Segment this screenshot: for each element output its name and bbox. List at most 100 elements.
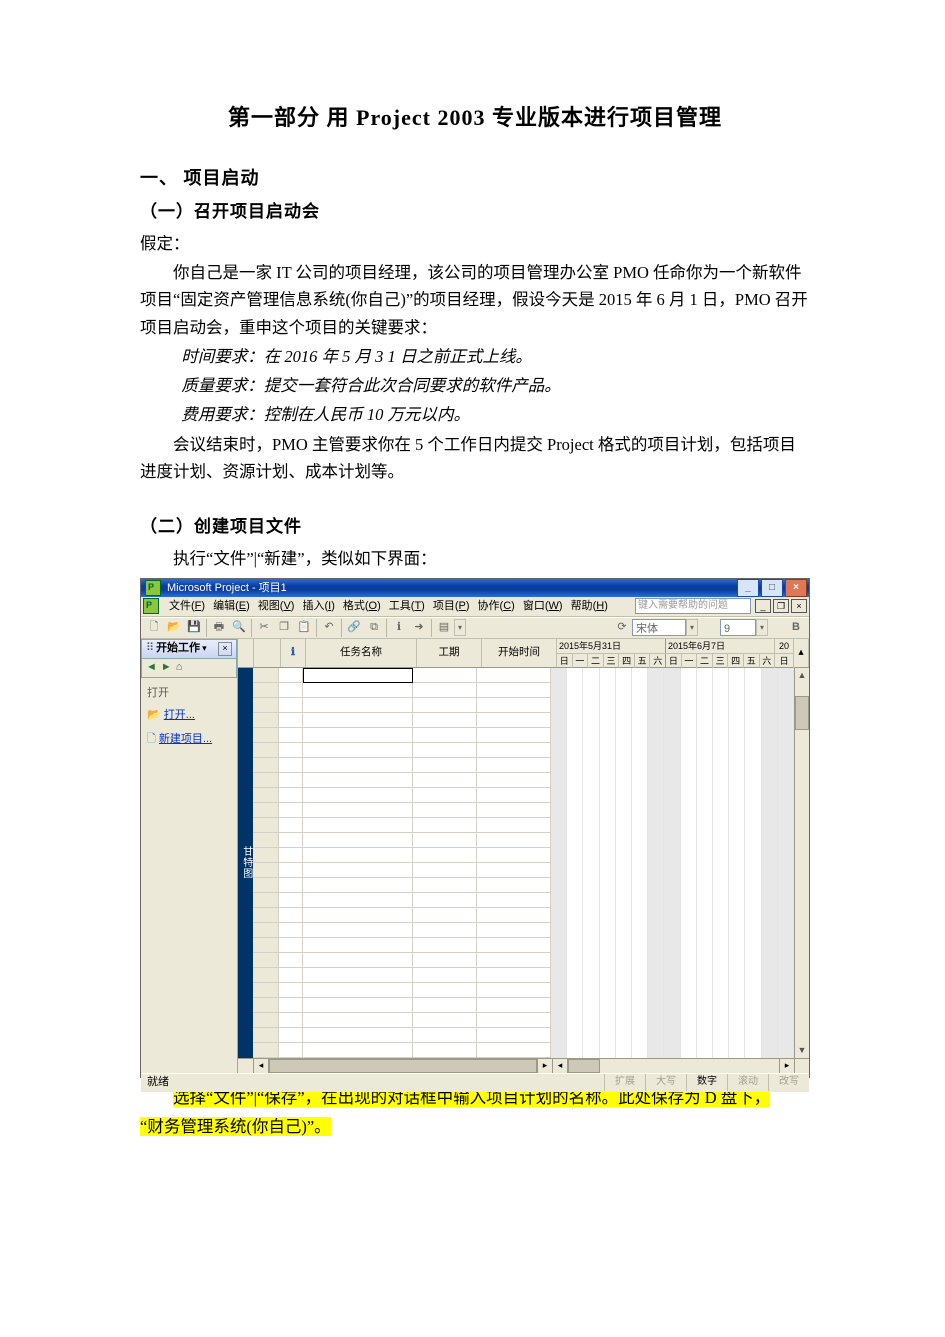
grid-cell[interactable] — [413, 893, 477, 908]
grid-cell[interactable] — [303, 878, 413, 893]
grid-cell[interactable] — [303, 953, 413, 968]
grid-cell[interactable] — [477, 728, 551, 743]
grid-cell[interactable] — [279, 833, 303, 848]
grid-cell[interactable] — [303, 998, 413, 1013]
grid-cell[interactable] — [303, 833, 413, 848]
grid-cell[interactable] — [303, 1013, 413, 1028]
grid-cell[interactable] — [279, 953, 303, 968]
minimize-button[interactable]: _ — [737, 579, 759, 597]
grid-cell[interactable] — [477, 998, 551, 1013]
menu-help[interactable]: 帮助(H) — [567, 597, 612, 615]
unlink-icon[interactable]: ⧉ — [364, 618, 384, 638]
menu-collab[interactable]: 协作(C) — [474, 597, 519, 615]
grid-cell[interactable] — [303, 698, 413, 713]
goto-icon[interactable]: ➜ — [409, 618, 429, 638]
grid-cell[interactable] — [477, 878, 551, 893]
row-header-cell[interactable] — [253, 788, 279, 803]
grid-cell[interactable] — [413, 683, 477, 698]
font-name-box[interactable]: 宋体 — [632, 619, 686, 636]
row-header-cell[interactable] — [253, 863, 279, 878]
row-header-cell[interactable] — [253, 698, 279, 713]
grid-cell[interactable] — [413, 758, 477, 773]
row-header-cell[interactable] — [253, 848, 279, 863]
grid-cell[interactable] — [303, 863, 413, 878]
grid-cell[interactable] — [279, 788, 303, 803]
grid-cell[interactable] — [279, 1013, 303, 1028]
row-header-cell[interactable] — [253, 758, 279, 773]
doc-restore-button[interactable]: ❐ — [773, 599, 789, 613]
grid-cell[interactable] — [303, 893, 413, 908]
group-dropdown-icon[interactable]: ▾ — [454, 619, 466, 636]
cut-icon[interactable]: ✂ — [254, 618, 274, 638]
scroll-down-arrow-icon[interactable]: ▼ — [798, 1043, 807, 1058]
grid-cell[interactable] — [413, 998, 477, 1013]
grid-cell[interactable] — [477, 863, 551, 878]
row-header-cell[interactable] — [253, 998, 279, 1013]
grid-cell[interactable] — [279, 998, 303, 1013]
grid-cell[interactable] — [413, 713, 477, 728]
menu-window[interactable]: 窗口(W) — [519, 597, 567, 615]
grid-cell[interactable] — [477, 788, 551, 803]
row-header-cell[interactable] — [253, 1028, 279, 1043]
row-header-cell[interactable] — [253, 743, 279, 758]
info-icon[interactable]: ℹ — [389, 618, 409, 638]
grid-cell[interactable] — [413, 788, 477, 803]
grid-cell[interactable] — [477, 893, 551, 908]
grid-cell[interactable] — [477, 908, 551, 923]
row-header-cell[interactable] — [253, 968, 279, 983]
row-header-cell[interactable] — [253, 683, 279, 698]
grid-cell[interactable] — [279, 728, 303, 743]
grid-cell[interactable] — [477, 1028, 551, 1043]
grid-cell[interactable] — [477, 698, 551, 713]
grid-cell[interactable] — [413, 698, 477, 713]
grid-cell[interactable] — [413, 938, 477, 953]
new-icon[interactable]: 🗋 — [144, 618, 164, 638]
row-header-cell[interactable] — [253, 1043, 279, 1058]
grid-cell[interactable] — [477, 953, 551, 968]
scroll-up-arrow-icon[interactable]: ▲ — [798, 668, 807, 683]
pane-open-link[interactable]: 打开... — [164, 709, 195, 721]
doc-min-button[interactable]: _ — [755, 599, 771, 613]
grid-cell[interactable] — [477, 848, 551, 863]
grid-cell[interactable] — [303, 1043, 413, 1058]
row-header-cell[interactable] — [253, 923, 279, 938]
print-icon[interactable]: 🖶 — [209, 618, 229, 638]
grid-cell[interactable] — [477, 1013, 551, 1028]
grid-cell[interactable] — [303, 713, 413, 728]
grid-cell[interactable] — [303, 968, 413, 983]
grid-cell[interactable] — [413, 773, 477, 788]
grid-cell[interactable] — [279, 1043, 303, 1058]
grid-cell[interactable] — [477, 758, 551, 773]
menu-insert[interactable]: 插入(I) — [298, 597, 338, 615]
row-header-cell[interactable] — [253, 713, 279, 728]
grid-cell[interactable] — [477, 923, 551, 938]
grid-cell[interactable] — [413, 833, 477, 848]
grid-cell[interactable] — [413, 863, 477, 878]
menu-tools[interactable]: 工具(T) — [385, 597, 429, 615]
scroll-thumb[interactable] — [795, 696, 809, 730]
pane-new-link[interactable]: 新建项目... — [159, 733, 212, 745]
grid-cell[interactable] — [279, 758, 303, 773]
grid-cell[interactable] — [413, 1043, 477, 1058]
hscroll-thumb-left[interactable] — [269, 1059, 537, 1073]
save-icon[interactable]: 💾 — [184, 618, 204, 638]
grid-cell[interactable] — [477, 1043, 551, 1058]
vertical-scrollbar[interactable]: ▲ ▼ — [794, 668, 809, 1058]
view-strip-gantt[interactable]: 甘特图 — [238, 668, 253, 1058]
grid-cell[interactable] — [413, 803, 477, 818]
menu-view[interactable]: 视图(V) — [254, 597, 299, 615]
grid-cell[interactable] — [303, 908, 413, 923]
grid-cell[interactable] — [413, 848, 477, 863]
grid-cell[interactable] — [303, 773, 413, 788]
grid-cell[interactable] — [279, 713, 303, 728]
grid-cell[interactable] — [279, 683, 303, 698]
font-size-dropdown-icon[interactable]: ▾ — [756, 619, 768, 636]
grid-cell[interactable] — [303, 938, 413, 953]
grid-cell[interactable] — [303, 983, 413, 998]
ask-help-box[interactable]: 键入需要帮助的问题 — [635, 598, 751, 614]
grid-cell[interactable] — [279, 983, 303, 998]
grid-cell[interactable] — [477, 773, 551, 788]
row-header-cell[interactable] — [253, 833, 279, 848]
pane-fwd-icon[interactable]: ► — [161, 658, 172, 676]
grid-cell[interactable] — [477, 743, 551, 758]
